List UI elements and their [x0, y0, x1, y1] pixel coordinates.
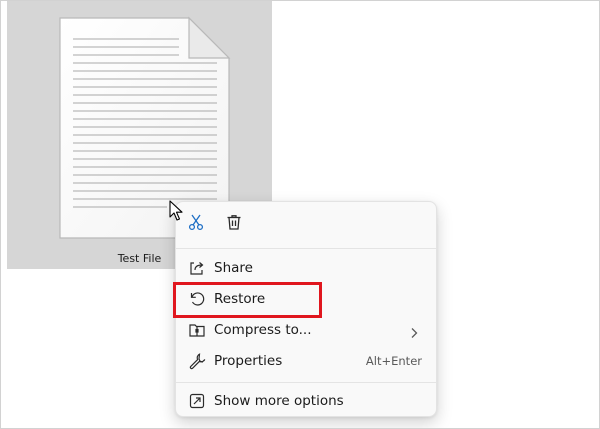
context-menu: Share Restore Compress to... Properties … [175, 201, 437, 417]
wrench-icon [188, 352, 206, 370]
mouse-pointer-icon [169, 200, 183, 222]
menu-item-label: Restore [214, 291, 266, 307]
menu-item-label: Compress to... [214, 322, 312, 338]
undo-icon [188, 290, 206, 308]
delete-button[interactable] [222, 212, 246, 236]
share-icon [188, 259, 206, 277]
menu-item-properties[interactable]: Properties Alt+Enter [180, 346, 432, 376]
scissors-icon [187, 213, 205, 235]
quick-actions-bar [176, 202, 436, 248]
keyboard-shortcut: Alt+Enter [365, 354, 422, 368]
menu-divider [176, 248, 436, 249]
menu-divider [176, 382, 436, 383]
menu-item-show-more-options[interactable]: Show more options [180, 386, 432, 416]
zip-folder-icon [188, 321, 206, 339]
chevron-right-icon [410, 324, 418, 338]
menu-item-restore[interactable]: Restore [180, 284, 432, 314]
menu-item-label: Share [214, 260, 253, 276]
menu-item-label: Show more options [214, 393, 344, 409]
desktop-canvas: Test File Share Restore Compress to... P… [0, 0, 600, 429]
external-window-icon [188, 392, 206, 410]
menu-item-share[interactable]: Share [180, 253, 432, 283]
trash-icon [225, 213, 243, 235]
cut-button[interactable] [184, 212, 208, 236]
menu-item-label: Properties [214, 353, 283, 369]
menu-item-compress[interactable]: Compress to... [180, 315, 432, 345]
